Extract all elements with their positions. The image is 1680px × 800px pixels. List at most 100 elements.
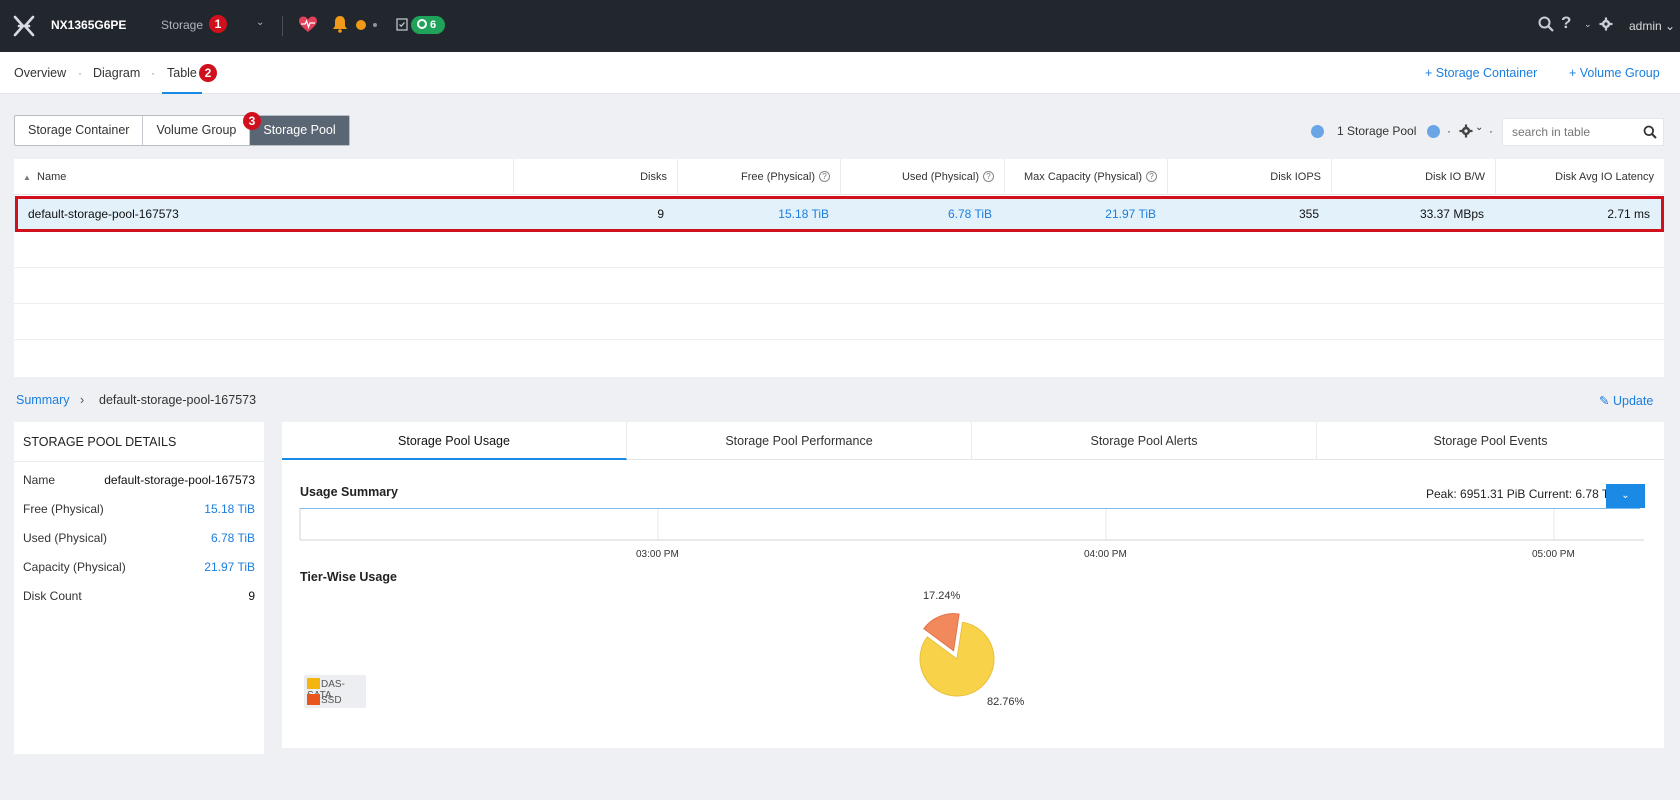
- breadcrumb-separator: ›: [80, 393, 85, 407]
- tab-separator: ·: [78, 66, 82, 80]
- detail-label: Used (Physical): [23, 531, 108, 545]
- info-dot-icon[interactable]: [373, 23, 377, 27]
- health-heart-icon[interactable]: [298, 15, 318, 35]
- pie-legend: DAS-SATA SSD: [304, 675, 366, 708]
- table-settings-gear-icon[interactable]: [1459, 124, 1473, 138]
- help-icon[interactable]: ?: [1561, 13, 1571, 33]
- segment-storage-container[interactable]: Storage Container: [15, 116, 144, 145]
- help-icon[interactable]: ?: [1146, 171, 1157, 182]
- column-header-disk-iops[interactable]: Disk IOPS: [1168, 159, 1332, 195]
- breadcrumb-current: default-storage-pool-167573: [99, 393, 257, 407]
- tab-storage-pool-performance[interactable]: Storage Pool Performance: [627, 422, 972, 460]
- pencil-icon: ✎: [1599, 394, 1610, 408]
- column-header-name[interactable]: ▲ Name: [14, 159, 514, 195]
- tab-overview[interactable]: Overview: [14, 66, 66, 80]
- column-label: Disks: [640, 171, 667, 183]
- column-header-used-physical[interactable]: Used (Physical)?: [841, 159, 1005, 195]
- user-menu[interactable]: admin ⌄: [1629, 19, 1675, 33]
- update-button[interactable]: ✎ Update: [1599, 393, 1653, 408]
- selected-row-highlight: [15, 196, 1664, 232]
- tasks-count: 6: [430, 19, 437, 31]
- pager-label: 1 Storage Pool: [1337, 124, 1417, 138]
- table-header: ▲ Name Disks Free (Physical)? Used (Phys…: [14, 159, 1664, 195]
- top-bar: NX1365G6PE Storage 1 ⌄ 6 ? ⌄ admin ⌄: [0, 0, 1680, 52]
- column-header-disk-avg-latency[interactable]: Disk Avg IO Latency: [1496, 159, 1664, 195]
- tab-storage-pool-usage[interactable]: Storage Pool Usage: [282, 422, 627, 460]
- chevron-down-icon: ⌄: [1621, 490, 1630, 501]
- column-header-disk-io-bw[interactable]: Disk IO B/W: [1332, 159, 1496, 195]
- tab-separator: ·: [151, 66, 155, 80]
- main-nav-menu[interactable]: Storage: [161, 18, 203, 32]
- tasks-clipboard-icon[interactable]: [396, 17, 408, 31]
- pie-label-das-sata: 82.76%: [987, 696, 1025, 708]
- column-label: Name: [37, 171, 67, 183]
- previous-page-button[interactable]: [1311, 125, 1324, 138]
- usage-peak-current: Peak: 6951.31 PiB Current: 6.78 T: [1426, 487, 1610, 501]
- column-header-disks[interactable]: Disks: [514, 159, 678, 195]
- alerts-bell-icon[interactable]: [332, 15, 348, 33]
- detail-value[interactable]: 15.18 TiB: [204, 502, 255, 516]
- segment-volume-group[interactable]: Volume Group: [143, 116, 251, 145]
- next-page-button[interactable]: [1427, 125, 1440, 138]
- empty-table-row: [14, 232, 1664, 268]
- help-icon[interactable]: ?: [819, 171, 830, 182]
- legend-swatch: [307, 694, 320, 705]
- annotation-badge-3: 3: [243, 112, 261, 130]
- add-volume-group-button[interactable]: + Volume Group: [1569, 66, 1660, 80]
- tab-diagram[interactable]: Diagram: [93, 66, 140, 80]
- legend-item-ssd[interactable]: SSD: [307, 694, 342, 706]
- pie-label-ssd: 17.24%: [923, 590, 961, 602]
- column-label: Disk Avg IO Latency: [1555, 171, 1654, 183]
- chevron-down-icon[interactable]: ⌄: [1475, 122, 1483, 133]
- tier-wise-usage-pie: [919, 613, 995, 697]
- annotation-badge-1: 1: [209, 15, 227, 33]
- cluster-name[interactable]: NX1365G6PE: [51, 18, 126, 32]
- details-title: STORAGE POOL DETAILS: [23, 435, 177, 449]
- chevron-down-icon[interactable]: ⌄: [1584, 19, 1592, 30]
- storage-pool-table: ▲ Name Disks Free (Physical)? Used (Phys…: [14, 159, 1664, 377]
- table-search[interactable]: [1502, 118, 1664, 146]
- column-header-free-physical[interactable]: Free (Physical)?: [678, 159, 841, 195]
- detail-label: Free (Physical): [23, 502, 104, 516]
- tab-table[interactable]: Table: [167, 66, 197, 80]
- column-label: Disk IO B/W: [1425, 171, 1485, 183]
- search-input[interactable]: [1503, 119, 1633, 145]
- detail-value[interactable]: 6.78 TiB: [211, 531, 255, 545]
- segment-storage-pool[interactable]: Storage Pool: [250, 116, 349, 145]
- column-header-max-capacity[interactable]: Max Capacity (Physical)?: [1005, 159, 1168, 195]
- divider: [14, 461, 264, 462]
- detail-value[interactable]: 21.97 TiB: [204, 560, 255, 574]
- x-axis-tick: 03:00 PM: [636, 549, 679, 560]
- nutanix-logo-icon[interactable]: [12, 14, 36, 38]
- view-subnav: Overview · Diagram · Table 2 + Storage C…: [0, 52, 1680, 94]
- column-label: Free (Physical): [741, 171, 815, 183]
- usage-dropdown-button[interactable]: ⌄: [1606, 484, 1645, 508]
- empty-table-row: [14, 340, 1664, 376]
- storage-pool-details-card: STORAGE POOL DETAILS Name default-storag…: [14, 422, 264, 754]
- tier-wise-usage-title: Tier-Wise Usage: [300, 570, 397, 584]
- running-task-icon: [417, 19, 427, 29]
- legend-swatch: [307, 678, 320, 689]
- pager-separator: ·: [1447, 124, 1451, 138]
- user-name: admin: [1629, 19, 1662, 33]
- tasks-count-badge[interactable]: 6: [411, 16, 445, 34]
- column-label: Disk IOPS: [1270, 171, 1321, 183]
- active-tab-indicator: [162, 92, 202, 94]
- storage-pool-panel: Storage Pool Usage Storage Pool Performa…: [282, 422, 1664, 748]
- search-icon[interactable]: [1538, 16, 1554, 32]
- add-storage-container-button[interactable]: + Storage Container: [1425, 66, 1537, 80]
- annotation-badge-2: 2: [199, 64, 217, 82]
- breadcrumb-summary-link[interactable]: Summary: [16, 393, 69, 407]
- gear-icon[interactable]: [1599, 17, 1613, 31]
- search-icon[interactable]: [1643, 125, 1657, 139]
- chevron-down-icon[interactable]: ⌄: [256, 17, 264, 28]
- empty-table-row: [14, 268, 1664, 304]
- tab-storage-pool-events[interactable]: Storage Pool Events: [1317, 422, 1664, 460]
- warning-dot-icon[interactable]: [356, 20, 366, 30]
- detail-label: Disk Count: [23, 589, 82, 603]
- help-icon[interactable]: ?: [983, 171, 994, 182]
- sort-asc-icon: ▲: [23, 173, 31, 182]
- tab-storage-pool-alerts[interactable]: Storage Pool Alerts: [972, 422, 1317, 460]
- update-label: Update: [1612, 394, 1654, 408]
- divider: [282, 16, 283, 36]
